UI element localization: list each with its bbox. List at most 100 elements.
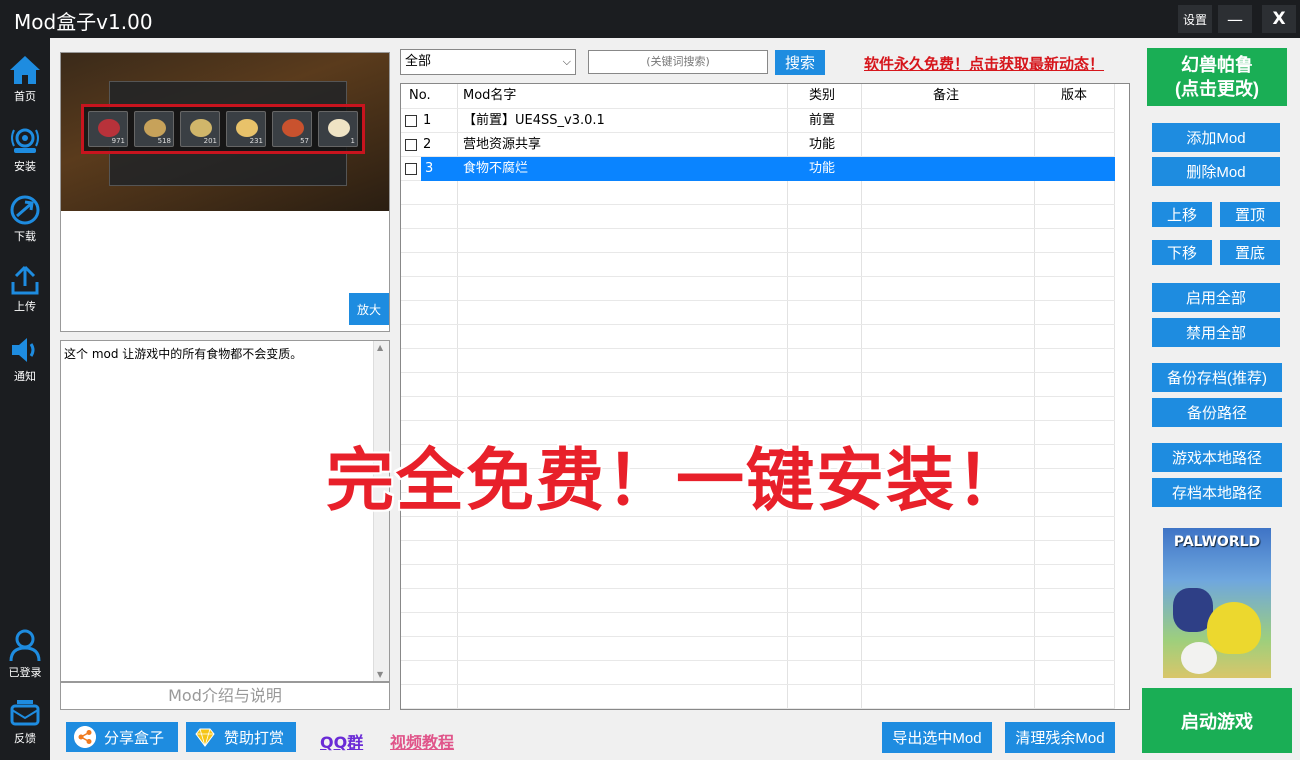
settings-button[interactable]: 设置	[1178, 5, 1212, 33]
share-icon	[74, 726, 96, 748]
row-checkbox[interactable]	[405, 139, 417, 151]
sidebar-item-notify[interactable]: 通知	[0, 330, 50, 394]
sidebar-item-label: 已登录	[8, 666, 42, 679]
sidebar-item-account[interactable]: 已登录	[0, 624, 50, 688]
game-name: 幻兽帕鲁	[1181, 55, 1253, 75]
table-scrollbar[interactable]	[1115, 84, 1129, 709]
table-gridline	[401, 540, 1115, 541]
food-slot: 231	[226, 111, 266, 147]
move-up-button[interactable]: 上移	[1152, 202, 1212, 227]
install-icon	[11, 128, 39, 153]
mod-type: 前置	[809, 113, 836, 128]
export-selected-button[interactable]: 导出选中Mod	[882, 722, 992, 753]
sidebar-item-install[interactable]: 安装	[0, 120, 50, 184]
column-header-no[interactable]: No.	[409, 84, 431, 108]
scroll-down-icon[interactable]: ▼	[377, 670, 383, 679]
feedback-icon	[10, 700, 40, 726]
qq-group-link[interactable]: QQ群	[320, 729, 363, 753]
search-button[interactable]: 搜索	[775, 50, 825, 75]
move-top-button[interactable]: 置顶	[1220, 202, 1280, 227]
category-filter-select[interactable]: 全部 ⌵	[400, 49, 576, 75]
sidebar-item-label: 上传	[14, 300, 36, 313]
sidebar-item-label: 通知	[14, 370, 36, 383]
launch-game-button[interactable]: 启动游戏	[1142, 688, 1292, 753]
diamond-icon	[195, 728, 215, 747]
food-slot: 1	[318, 111, 358, 147]
scroll-up-icon[interactable]: ▲	[377, 343, 383, 352]
row-number: 2	[423, 137, 432, 152]
preview-screenshot: 971 518 201 231 57 1	[61, 53, 389, 211]
row-checkbox[interactable]	[405, 163, 417, 175]
table-gridline	[401, 300, 1115, 301]
mod-table: No. Mod名字 类别 备注 版本 1 【前置】UE4SS_v3.0.1 前置…	[400, 83, 1130, 710]
table-row[interactable]: 1 【前置】UE4SS_v3.0.1 前置	[401, 109, 1115, 133]
home-icon	[10, 56, 40, 84]
table-gridline	[401, 372, 1115, 373]
zoom-button[interactable]: 放大	[349, 293, 389, 325]
food-slot: 971	[88, 111, 128, 147]
food-slot: 57	[272, 111, 312, 147]
column-header-type[interactable]: 类别	[809, 84, 835, 108]
table-gridline	[401, 204, 1115, 205]
donate-button[interactable]: 赞助打赏	[186, 722, 296, 752]
table-gridline	[401, 396, 1115, 397]
table-header: No. Mod名字 类别 备注 版本	[401, 84, 1115, 108]
clean-leftover-button[interactable]: 清理残余Mod	[1005, 722, 1115, 753]
sidebar-item-feedback[interactable]: 反馈	[0, 694, 50, 758]
share-label: 分享盒子	[104, 729, 165, 747]
description-caption: Mod介绍与说明	[60, 682, 390, 710]
table-row[interactable]: 2 营地资源共享 功能	[401, 133, 1115, 157]
mod-name: 食物不腐烂	[463, 161, 529, 176]
table-gridline	[401, 348, 1115, 349]
column-header-note[interactable]: 备注	[933, 84, 959, 108]
upload-icon	[11, 265, 39, 295]
table-gridline	[401, 612, 1115, 613]
delete-mod-button[interactable]: 删除Mod	[1152, 157, 1280, 186]
move-down-button[interactable]: 下移	[1152, 240, 1212, 265]
table-row-selected[interactable]: 3 食物不腐烂 功能	[401, 157, 1115, 181]
donate-label: 赞助打赏	[224, 729, 285, 747]
mod-type: 功能	[809, 137, 836, 152]
category-filter-value: 全部	[405, 54, 432, 69]
share-button[interactable]: 分享盒子	[66, 722, 178, 752]
move-bottom-button[interactable]: 置底	[1220, 240, 1280, 265]
save-path-button[interactable]: 存档本地路径	[1152, 478, 1282, 507]
sidebar-item-upload[interactable]: 上传	[0, 260, 50, 324]
food-slot: 201	[180, 111, 220, 147]
table-gridline	[401, 228, 1115, 229]
sidebar: 首页 安装 下载 上传 通知 已登录 反馈	[0, 38, 50, 760]
enable-all-button[interactable]: 启用全部	[1152, 283, 1280, 312]
row-number: 3	[425, 161, 434, 176]
column-header-name[interactable]: Mod名字	[463, 84, 516, 108]
speaker-icon	[12, 338, 35, 362]
table-gridline	[401, 324, 1115, 325]
sidebar-item-label: 下载	[14, 230, 36, 243]
search-input[interactable]: (关键词搜索)	[588, 50, 768, 74]
table-gridline	[401, 276, 1115, 277]
table-gridline	[401, 252, 1115, 253]
download-icon	[10, 195, 40, 225]
close-button[interactable]: X	[1262, 5, 1296, 33]
row-number: 1	[423, 113, 432, 128]
game-change-hint: (点击更改)	[1175, 79, 1259, 99]
table-gridline	[401, 420, 1115, 421]
backup-path-button[interactable]: 备份路径	[1152, 398, 1282, 427]
promo-link[interactable]: 软件永久免费！点击获取最新动态！	[864, 53, 1104, 74]
sidebar-item-home[interactable]: 首页	[0, 50, 50, 114]
backup-save-button[interactable]: 备份存档(推荐)	[1152, 363, 1282, 392]
disable-all-button[interactable]: 禁用全部	[1152, 318, 1280, 347]
table-gridline	[401, 564, 1115, 565]
game-select-button[interactable]: 幻兽帕鲁 (点击更改)	[1147, 48, 1287, 106]
minimize-button[interactable]: —	[1218, 5, 1252, 33]
promo-overlay-text: 完全免费！一键安装！	[324, 441, 1027, 523]
title-bar: Mod盒子v1.00 设置 — X	[0, 0, 1300, 38]
video-tutorial-link[interactable]: 视频教程	[390, 729, 454, 753]
sidebar-item-download[interactable]: 下载	[0, 190, 50, 254]
mod-description-text: 这个 mod 让游戏中的所有食物都不会变质。	[64, 347, 303, 361]
mod-type: 功能	[809, 161, 836, 176]
game-cover-logo: PALWORLD	[1173, 534, 1261, 550]
column-header-version[interactable]: 版本	[1061, 84, 1087, 108]
add-mod-button[interactable]: 添加Mod	[1152, 123, 1280, 152]
row-checkbox[interactable]	[405, 115, 417, 127]
game-path-button[interactable]: 游戏本地路径	[1152, 443, 1282, 472]
